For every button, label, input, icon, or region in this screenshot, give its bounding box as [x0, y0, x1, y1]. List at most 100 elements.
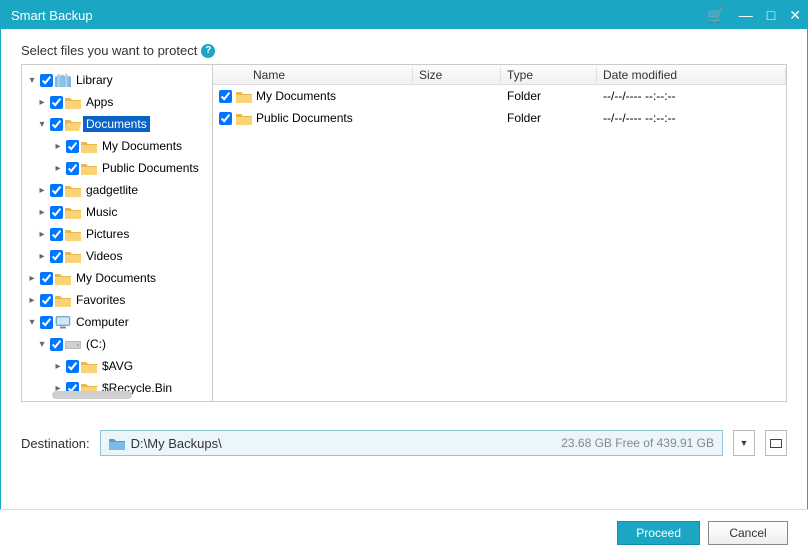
tree-checkbox[interactable] [50, 250, 63, 263]
prompt-text: Select files you want to protect [21, 43, 197, 58]
tree-item[interactable]: ▾Computer [22, 311, 212, 333]
expand-arrow-icon[interactable]: ▾ [26, 317, 38, 328]
expand-arrow-icon[interactable]: ▸ [52, 141, 64, 152]
folder-icon [81, 162, 97, 175]
folder-icon [109, 437, 125, 450]
destination-browse-button[interactable] [765, 430, 787, 456]
tree-item-label: Videos [83, 248, 125, 264]
chevron-down-icon: ▼ [740, 438, 749, 448]
folder-icon [65, 96, 81, 109]
cart-icon[interactable]: 🛒 [707, 8, 724, 22]
destination-dropdown-button[interactable]: ▼ [733, 430, 755, 456]
expand-arrow-icon[interactable]: ▸ [26, 273, 38, 284]
expand-arrow-icon[interactable]: ▸ [52, 361, 64, 372]
expand-arrow-icon[interactable]: ▸ [36, 229, 48, 240]
expand-arrow-icon[interactable]: ▾ [26, 75, 38, 86]
tree-item[interactable]: ▸ Pictures [22, 223, 212, 245]
minimize-icon[interactable]: — [739, 8, 753, 22]
tree-checkbox[interactable] [40, 316, 53, 329]
tree-checkbox[interactable] [40, 272, 53, 285]
list-row[interactable]: Public DocumentsFolder--/--/---- --:--:-… [213, 107, 786, 129]
expand-arrow-icon[interactable]: ▸ [36, 251, 48, 262]
list-header: Name Size Type Date modified [213, 65, 786, 85]
close-icon[interactable]: ✕ [789, 8, 801, 22]
expand-arrow-icon[interactable]: ▾ [36, 339, 48, 350]
content-area: Select files you want to protect ? ▾Libr… [1, 29, 807, 466]
tree-item[interactable]: ▸My Documents [22, 135, 212, 157]
destination-path: D:\My Backups\ [131, 436, 556, 451]
help-icon[interactable]: ? [201, 44, 215, 58]
tree-item[interactable]: ▸My Documents [22, 267, 212, 289]
titlebar: Smart Backup 🛒 — □ ✕ [1, 1, 807, 29]
tree-item[interactable]: ▸ Music [22, 201, 212, 223]
expand-arrow-icon[interactable]: ▸ [26, 295, 38, 306]
tree-checkbox[interactable] [66, 140, 79, 153]
tree-item[interactable]: ▸ gadgetlite [22, 179, 212, 201]
drive-icon [65, 338, 81, 351]
tree-checkbox[interactable] [40, 74, 53, 87]
tree-checkbox[interactable] [50, 184, 63, 197]
maximize-icon[interactable]: □ [767, 8, 775, 22]
proceed-button[interactable]: Proceed [617, 521, 700, 545]
tree-item-label: Music [83, 204, 120, 220]
expand-arrow-icon[interactable]: ▸ [36, 207, 48, 218]
folder-icon [55, 272, 71, 285]
browse-icon [770, 439, 782, 448]
list-item-date: --/--/---- --:--:-- [603, 111, 780, 125]
tree-item-label: gadgetlite [83, 182, 141, 198]
tree-checkbox[interactable] [66, 360, 79, 373]
tree-item-label: Documents [83, 116, 150, 132]
folder-open-icon [65, 118, 81, 131]
expand-arrow-icon[interactable]: ▸ [52, 163, 64, 174]
list-item-name: My Documents [256, 89, 336, 103]
folder-icon [81, 140, 97, 153]
tree-item[interactable]: ▸ Public Documents [22, 157, 212, 179]
folder-icon [65, 250, 81, 263]
tree-checkbox[interactable] [50, 206, 63, 219]
list-checkbox[interactable] [219, 90, 232, 103]
tree-checkbox[interactable] [50, 96, 63, 109]
header-row: Select files you want to protect ? [21, 43, 787, 58]
col-header-name[interactable]: Name [213, 68, 413, 82]
tree-item[interactable]: ▸$AVG [22, 355, 212, 377]
tree-checkbox[interactable] [50, 228, 63, 241]
list-panel: Name Size Type Date modified My Document… [213, 65, 786, 401]
tree-item[interactable]: ▸ Videos [22, 245, 212, 267]
list-item-type: Folder [507, 89, 603, 103]
tree-item[interactable]: ▾ Documents [22, 113, 212, 135]
tree-item[interactable]: ▾ (C:) [22, 333, 212, 355]
tree-checkbox[interactable] [50, 338, 63, 351]
destination-row: Destination: D:\My Backups\ 23.68 GB Fre… [21, 430, 787, 456]
panels: ▾Library▸Apps▾Documents▸My Documents▸Pub… [21, 64, 787, 402]
folder-icon [65, 228, 81, 241]
expand-arrow-icon[interactable]: ▸ [36, 97, 48, 108]
list-row[interactable]: My DocumentsFolder--/--/---- --:--:-- [213, 85, 786, 107]
col-header-date[interactable]: Date modified [597, 68, 786, 82]
tree-item-label: Pictures [83, 226, 132, 242]
tree-panel[interactable]: ▾Library▸Apps▾Documents▸My Documents▸Pub… [22, 65, 213, 401]
destination-label: Destination: [21, 436, 90, 451]
tree-checkbox[interactable] [66, 162, 79, 175]
tree-item-label: Public Documents [99, 160, 202, 176]
tree-item[interactable]: ▾Library [22, 69, 212, 91]
window-controls: 🛒 — □ ✕ [707, 8, 801, 22]
expand-arrow-icon[interactable]: ▾ [36, 119, 48, 130]
folder-icon [55, 294, 71, 307]
col-header-type[interactable]: Type [501, 68, 597, 82]
tree-item-label: (C:) [83, 336, 109, 352]
cancel-button[interactable]: Cancel [708, 521, 788, 545]
destination-input[interactable]: D:\My Backups\ 23.68 GB Free of 439.91 G… [100, 430, 723, 456]
folder-icon [81, 360, 97, 373]
folder-icon [236, 90, 252, 103]
tree-item[interactable]: ▸Apps [22, 91, 212, 113]
horizontal-scrollbar[interactable] [52, 391, 132, 399]
tree-checkbox[interactable] [40, 294, 53, 307]
tree-checkbox[interactable] [50, 118, 63, 131]
library-icon [55, 74, 71, 87]
tree-item[interactable]: ▸Favorites [22, 289, 212, 311]
destination-free-space: 23.68 GB Free of 439.91 GB [561, 436, 714, 450]
col-header-size[interactable]: Size [413, 68, 501, 82]
list-body: My Documents Folder--/--/---- --:--:--Pub… [213, 85, 786, 401]
list-checkbox[interactable] [219, 112, 232, 125]
expand-arrow-icon[interactable]: ▸ [36, 185, 48, 196]
